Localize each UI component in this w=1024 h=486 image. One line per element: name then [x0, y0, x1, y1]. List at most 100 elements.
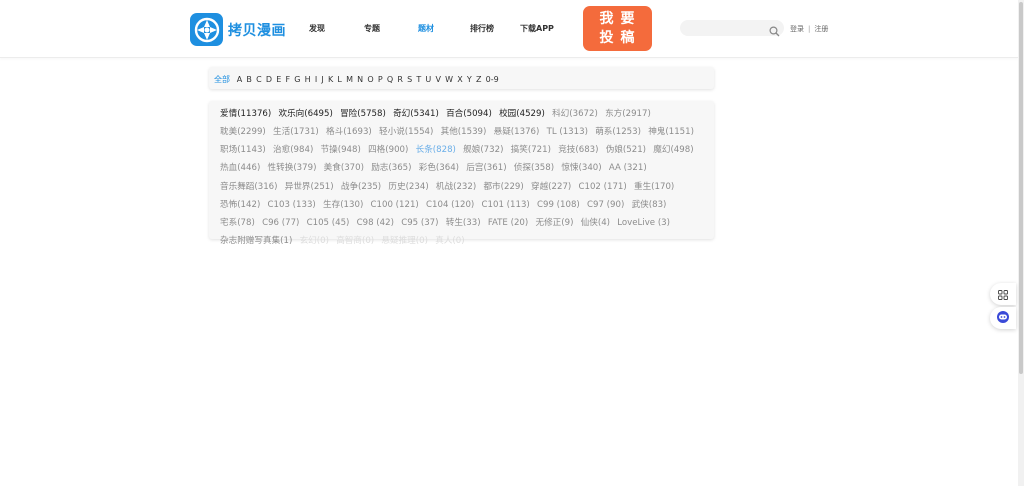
- login-link[interactable]: 登录: [790, 25, 804, 33]
- genre-tag[interactable]: 奇幻(5341): [393, 109, 439, 119]
- genre-tag[interactable]: C105 (45): [307, 218, 350, 228]
- letter-filter-item[interactable]: X: [457, 75, 462, 84]
- genre-tag[interactable]: 侦探(358): [514, 163, 554, 173]
- genre-tag[interactable]: 神鬼(1151): [648, 127, 694, 137]
- genre-tag[interactable]: 仙侠(4): [581, 218, 610, 228]
- letter-filter-item[interactable]: J: [321, 75, 323, 84]
- genre-tag[interactable]: 杂志附赠写真集(1): [220, 236, 292, 246]
- genre-tag[interactable]: 长条(828): [416, 145, 456, 155]
- genre-tag[interactable]: 生存(130): [323, 200, 363, 210]
- letter-filter-item[interactable]: E: [276, 75, 281, 84]
- genre-tag[interactable]: 转生(33): [446, 218, 481, 228]
- chat-bot-widget-button[interactable]: [990, 307, 1016, 329]
- genre-tag[interactable]: C99 (108): [537, 200, 580, 210]
- genre-tag[interactable]: 耽美(2299): [220, 127, 266, 137]
- genre-tag[interactable]: 职场(1143): [220, 145, 266, 155]
- genre-tag[interactable]: 美食(370): [324, 163, 364, 173]
- genre-tag[interactable]: LoveLive (3): [617, 218, 670, 228]
- genre-tag[interactable]: 异世界(251): [285, 182, 334, 192]
- letter-filter-item[interactable]: L: [337, 75, 341, 84]
- register-link[interactable]: 注册: [814, 25, 828, 33]
- genre-tag[interactable]: 励志(365): [371, 163, 411, 173]
- nav-genres[interactable]: 题材: [418, 23, 434, 34]
- search-input[interactable]: [686, 22, 770, 36]
- genre-tag[interactable]: 爱情(11376): [220, 109, 271, 119]
- genre-tag[interactable]: C100 (121): [371, 200, 419, 210]
- genre-tag[interactable]: C97 (90): [587, 200, 624, 210]
- letter-filter-item[interactable]: 0-9: [486, 75, 499, 84]
- genre-tag[interactable]: 悬疑(1376): [494, 127, 540, 137]
- grid-widget-button[interactable]: [990, 283, 1016, 305]
- letter-filter-item[interactable]: C: [256, 75, 262, 84]
- genre-tag[interactable]: 萌系(1253): [595, 127, 641, 137]
- genre-tag[interactable]: 重生(170): [634, 182, 674, 192]
- genre-tag[interactable]: 欢乐向(6495): [278, 109, 332, 119]
- letter-filter-item[interactable]: A: [237, 75, 242, 84]
- letter-filter-item[interactable]: T: [416, 75, 421, 84]
- genre-tag[interactable]: C103 (133): [268, 200, 316, 210]
- genre-tag[interactable]: 百合(5094): [446, 109, 492, 119]
- genre-tag[interactable]: 格斗(1693): [326, 127, 372, 137]
- genre-tag[interactable]: 惊悚(340): [561, 163, 601, 173]
- genre-tag[interactable]: 伪娘(521): [606, 145, 646, 155]
- genre-tag[interactable]: 恐怖(142): [220, 200, 260, 210]
- genre-tag[interactable]: 科幻(3672): [552, 109, 598, 119]
- search-icon[interactable]: [769, 22, 780, 41]
- genre-tag[interactable]: 舰娘(732): [463, 145, 503, 155]
- nav-topics[interactable]: 专题: [364, 23, 380, 34]
- genre-tag[interactable]: 武侠(83): [632, 200, 667, 210]
- genre-tag[interactable]: 宅系(78): [220, 218, 255, 228]
- letter-filter-item[interactable]: M: [346, 75, 353, 84]
- genre-tag[interactable]: 玄幻(0): [300, 236, 329, 246]
- nav-discover[interactable]: 发现: [309, 23, 325, 34]
- genre-tag[interactable]: 悬疑推理(0): [381, 236, 428, 246]
- scrollbar-thumb[interactable]: [1019, 2, 1023, 374]
- letter-filter-item[interactable]: H: [305, 75, 311, 84]
- letter-filter-item[interactable]: O: [367, 75, 373, 84]
- letter-filter-item[interactable]: V: [435, 75, 440, 84]
- letter-filter-item[interactable]: F: [285, 75, 290, 84]
- genre-tag[interactable]: 魔幻(498): [653, 145, 693, 155]
- genre-tag[interactable]: 节操(948): [321, 145, 361, 155]
- genre-tag[interactable]: 彩色(364): [419, 163, 459, 173]
- letter-filter-item[interactable]: S: [407, 75, 412, 84]
- genre-tag[interactable]: 四格(900): [368, 145, 408, 155]
- genre-tag[interactable]: C98 (42): [357, 218, 394, 228]
- letter-filter-item[interactable]: Z: [476, 75, 481, 84]
- nav-rankings[interactable]: 排行榜: [470, 23, 494, 34]
- nav-download-app[interactable]: 下载APP: [520, 23, 554, 34]
- genre-tag[interactable]: 后宫(361): [466, 163, 506, 173]
- genre-tag[interactable]: 竞技(683): [558, 145, 598, 155]
- genre-tag[interactable]: AA (321): [609, 163, 647, 173]
- site-logo[interactable]: 拷贝漫画: [190, 13, 286, 46]
- letter-filter-item[interactable]: U: [425, 75, 431, 84]
- genre-tag[interactable]: 轻小说(1554): [379, 127, 433, 137]
- letter-filter-item[interactable]: D: [266, 75, 272, 84]
- genre-tag[interactable]: 冒险(5758): [340, 109, 386, 119]
- genre-tag[interactable]: 战争(235): [341, 182, 381, 192]
- genre-tag[interactable]: C104 (120): [426, 200, 474, 210]
- letter-filter-item[interactable]: B: [246, 75, 252, 84]
- genre-tag[interactable]: C96 (77): [262, 218, 299, 228]
- letter-filter-item[interactable]: K: [328, 75, 333, 84]
- genre-tag[interactable]: C102 (171): [579, 182, 627, 192]
- genre-tag[interactable]: 生活(1731): [273, 127, 319, 137]
- genre-tag[interactable]: 无修正(9): [535, 218, 573, 228]
- genre-tag[interactable]: 校园(4529): [499, 109, 545, 119]
- genre-tag[interactable]: 东方(2917): [605, 109, 651, 119]
- genre-tag[interactable]: 性转换(379): [268, 163, 317, 173]
- letter-filter-all[interactable]: 全部: [214, 75, 230, 84]
- genre-tag[interactable]: 搞笑(721): [511, 145, 551, 155]
- genre-tag[interactable]: 机战(232): [436, 182, 476, 192]
- letter-filter-item[interactable]: P: [378, 75, 383, 84]
- genre-tag[interactable]: 其他(1539): [441, 127, 487, 137]
- letter-filter-item[interactable]: I: [315, 75, 317, 84]
- genre-tag[interactable]: 历史(234): [388, 182, 428, 192]
- genre-tag[interactable]: C95 (37): [401, 218, 438, 228]
- letter-filter-item[interactable]: R: [397, 75, 403, 84]
- letter-filter-item[interactable]: Y: [467, 75, 472, 84]
- letter-filter-item[interactable]: G: [294, 75, 300, 84]
- genre-tag[interactable]: 高智商(0): [336, 236, 374, 246]
- submit-work-button[interactable]: 我要 投稿: [583, 6, 652, 51]
- letter-filter-item[interactable]: Q: [387, 75, 393, 84]
